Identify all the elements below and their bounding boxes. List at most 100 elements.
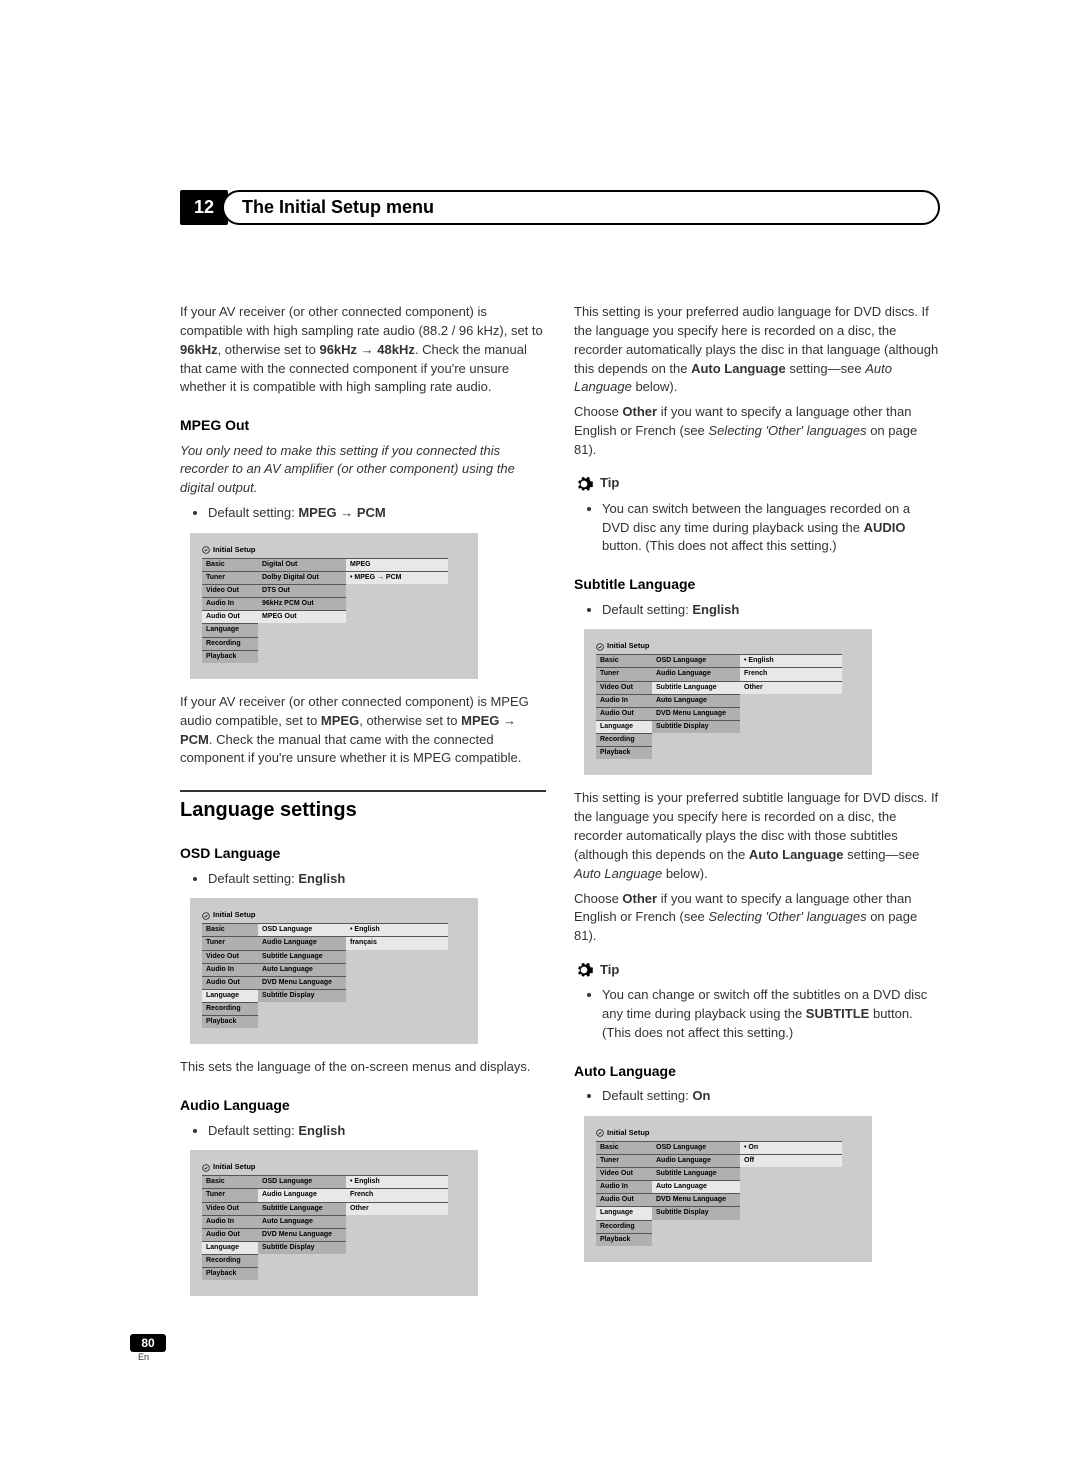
menu-tab: Audio In (202, 597, 258, 610)
menu-tab: Playback (202, 1267, 258, 1280)
page-lang: En (138, 1352, 940, 1362)
menu-item: Subtitle Language (258, 1202, 346, 1215)
menu-tab: Basic (202, 923, 258, 936)
menu-tab: Tuner (596, 1154, 652, 1167)
menu-item: OSD Language (652, 654, 740, 667)
menu-item: Subtitle Display (652, 720, 740, 733)
menu-option: MPEG (346, 558, 448, 571)
menu-tab: Video Out (596, 681, 652, 694)
menu-item: DVD Menu Language (258, 1228, 346, 1241)
menu-tab: Language (202, 989, 258, 1002)
menu-option: English (346, 923, 448, 936)
mpeg-after-paragraph: If your AV receiver (or other connected … (180, 693, 546, 768)
menu-figure-osd: Initial SetupBasicTunerVideo OutAudio In… (190, 898, 478, 1044)
menu-item: Audio Language (258, 1188, 346, 1201)
mpeg-out-heading: MPEG Out (180, 415, 546, 435)
menu-tab: Tuner (596, 667, 652, 680)
menu-item: Subtitle Language (652, 1167, 740, 1180)
menu-item: 96kHz PCM Out (258, 597, 346, 610)
tip-label: Tip (600, 474, 619, 493)
subtitle-language-heading: Subtitle Language (574, 574, 940, 594)
subtitle-paragraph-2: Choose Other if you want to specify a la… (574, 890, 940, 947)
chapter-number: 12 (180, 190, 228, 225)
menu-tab: Playback (202, 1015, 258, 1028)
menu-tab: Recording (202, 1002, 258, 1015)
menu-item: Subtitle Display (258, 1241, 346, 1254)
menu-tab: Video Out (596, 1167, 652, 1180)
menu-tab: Audio Out (596, 707, 652, 720)
menu-tab: Audio Out (202, 976, 258, 989)
menu-tab: Playback (202, 650, 258, 663)
menu-option: MPEG → PCM (346, 571, 448, 584)
menu-tab: Recording (596, 1220, 652, 1233)
menu-tab: Recording (596, 733, 652, 746)
menu-tab: Audio Out (596, 1193, 652, 1206)
menu-item: Subtitle Display (652, 1206, 740, 1219)
menu-option: Off (740, 1154, 842, 1167)
menu-tab: Basic (202, 558, 258, 571)
right-column: This setting is your preferred audio lan… (574, 303, 940, 1310)
menu-item: OSD Language (258, 1175, 346, 1188)
menu-tab: Basic (596, 654, 652, 667)
mpeg-default-setting: Default setting: MPEG → PCM (208, 504, 546, 523)
language-settings-heading: Language settings (180, 790, 546, 825)
menu-tab: Audio Out (202, 610, 258, 623)
menu-figure-auto: Initial SetupBasicTunerVideo OutAudio In… (584, 1116, 872, 1262)
menu-tab: Audio In (596, 1180, 652, 1193)
menu-option: Other (346, 1202, 448, 1215)
page-number: 80 (130, 1334, 166, 1352)
menu-item: Auto Language (258, 963, 346, 976)
audio-language-heading: Audio Language (180, 1095, 546, 1115)
tip-label: Tip (600, 961, 619, 980)
menu-tab: Playback (596, 1233, 652, 1246)
menu-tab: Tuner (202, 571, 258, 584)
menu-tab: Language (202, 623, 258, 636)
menu-option: On (740, 1141, 842, 1154)
menu-option: French (740, 667, 842, 680)
tip-row-1: Tip (574, 474, 940, 494)
menu-tab: Recording (202, 637, 258, 650)
menu-tab: Playback (596, 746, 652, 759)
menu-tab: Audio In (202, 963, 258, 976)
menu-option: English (346, 1175, 448, 1188)
menu-item: Auto Language (652, 1180, 740, 1193)
menu-tab: Basic (202, 1175, 258, 1188)
menu-item: DVD Menu Language (652, 707, 740, 720)
menu-item: Audio Language (652, 667, 740, 680)
menu-option: French (346, 1188, 448, 1201)
menu-tab: Audio In (596, 694, 652, 707)
audio-lang-paragraph-2: Choose Other if you want to specify a la… (574, 403, 940, 460)
tip-1-text: You can switch between the languages rec… (602, 500, 940, 557)
menu-item: MPEG Out (258, 610, 346, 623)
menu-item: Subtitle Display (258, 989, 346, 1002)
tip-2-text: You can change or switch off the subtitl… (602, 986, 940, 1043)
menu-option: Other (740, 681, 842, 694)
gear-icon (574, 474, 594, 494)
subtitle-paragraph-1: This setting is your preferred subtitle … (574, 789, 940, 883)
menu-tab: Video Out (202, 1202, 258, 1215)
left-column: If your AV receiver (or other connected … (180, 303, 546, 1310)
menu-item: Auto Language (258, 1215, 346, 1228)
menu-tab: Tuner (202, 1188, 258, 1201)
sampling-rate-paragraph: If your AV receiver (or other connected … (180, 303, 546, 397)
menu-item: Dolby Digital Out (258, 571, 346, 584)
menu-tab: Video Out (202, 950, 258, 963)
subtitle-default-setting: Default setting: English (602, 601, 940, 620)
menu-tab: Video Out (202, 584, 258, 597)
chapter-bar: 12 The Initial Setup menu (180, 190, 940, 225)
menu-tab: Audio In (202, 1215, 258, 1228)
menu-item: Auto Language (652, 694, 740, 707)
menu-tab: Language (596, 720, 652, 733)
osd-default-setting: Default setting: English (208, 870, 546, 889)
menu-tab: Language (202, 1241, 258, 1254)
menu-item: DTS Out (258, 584, 346, 597)
menu-option: français (346, 936, 448, 949)
audio-lang-paragraph-1: This setting is your preferred audio lan… (574, 303, 940, 397)
menu-item: Audio Language (652, 1154, 740, 1167)
audio-default-setting: Default setting: English (208, 1122, 546, 1141)
chapter-title: The Initial Setup menu (222, 190, 940, 225)
tip-row-2: Tip (574, 960, 940, 980)
menu-figure-subtitle: Initial SetupBasicTunerVideo OutAudio In… (584, 629, 872, 775)
menu-item: Subtitle Language (258, 950, 346, 963)
menu-item: Digital Out (258, 558, 346, 571)
